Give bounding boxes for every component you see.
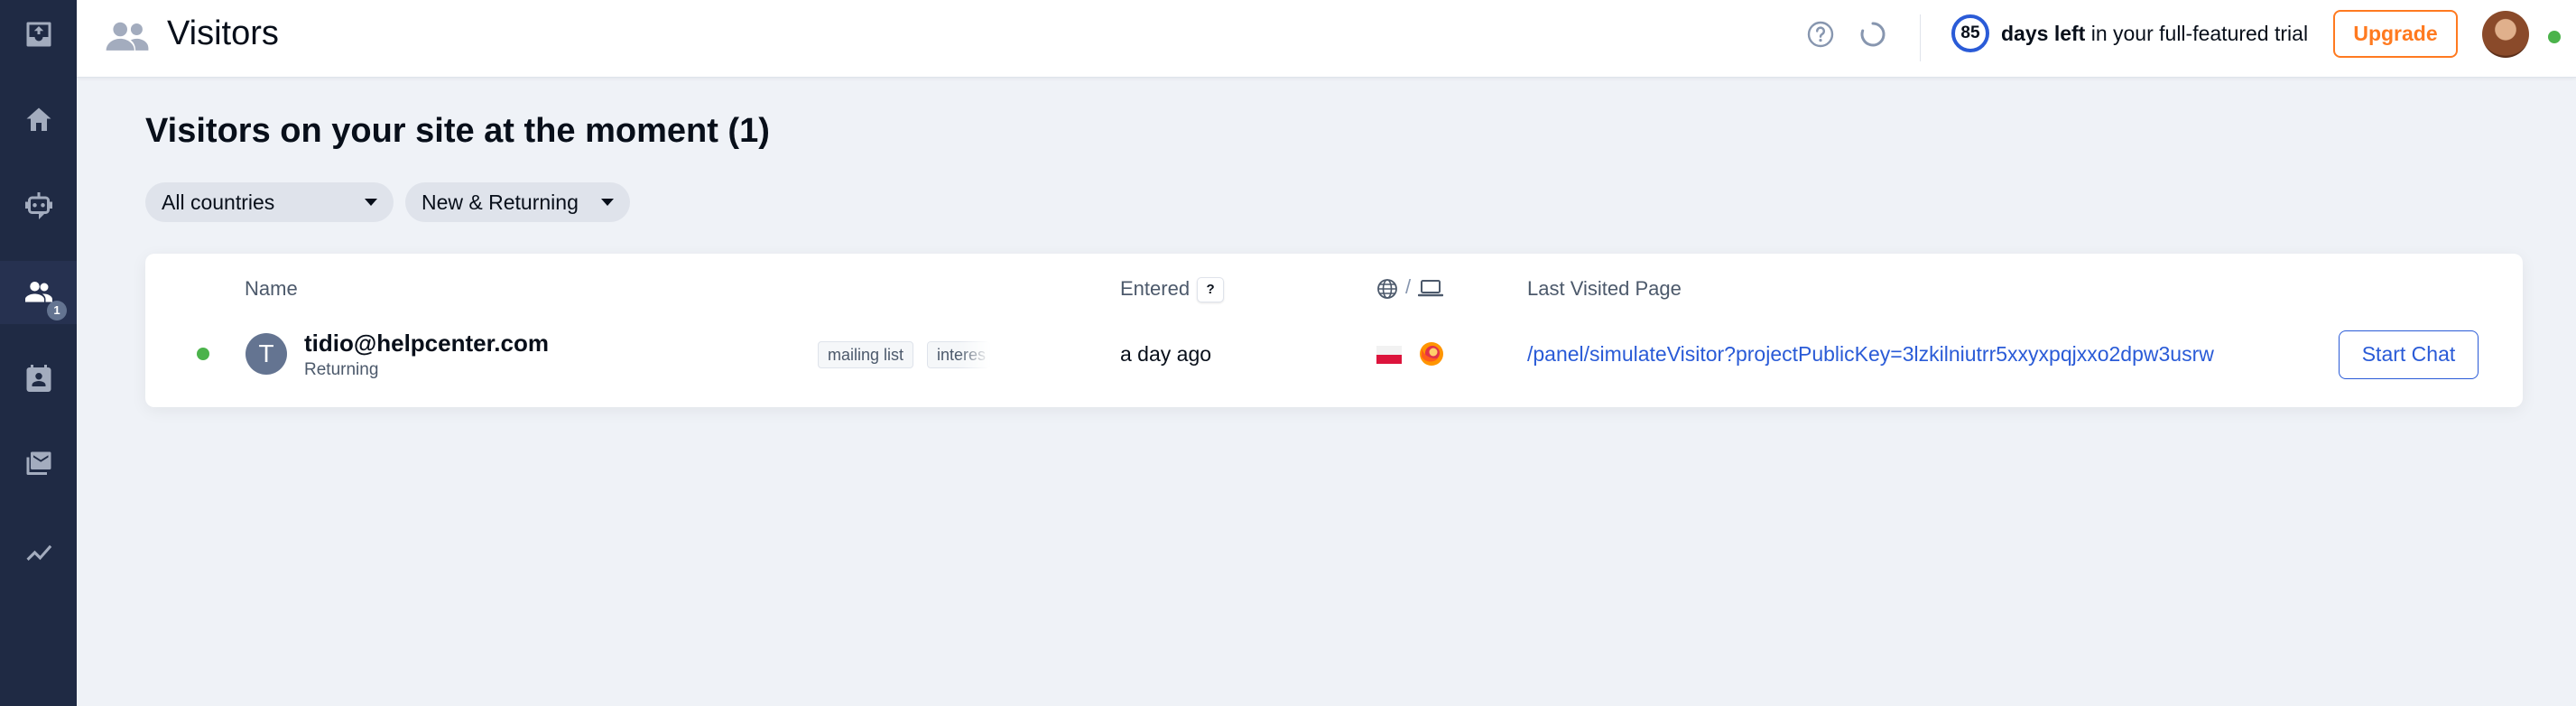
contacts-icon: [26, 365, 51, 392]
user-avatar[interactable]: [2482, 11, 2529, 58]
country-filter-value: All countries: [162, 190, 275, 214]
visitor-entered-time: a day ago: [1120, 342, 1212, 366]
visitor-tag: mailing list: [818, 341, 914, 368]
column-header-name: Name: [245, 277, 298, 300]
page-title: Visitors: [167, 14, 279, 52]
sidebar-item-visitors[interactable]: 1: [0, 261, 77, 324]
bot-icon: [24, 192, 52, 219]
visitor-type-filter-dropdown[interactable]: New & Returning: [405, 182, 630, 222]
sidebar-item-home[interactable]: [0, 88, 77, 152]
visitor-online-dot: [197, 348, 209, 360]
visitor-tag: interes: [927, 341, 990, 368]
chevron-down-icon: [601, 199, 614, 206]
mail-icon: [26, 451, 51, 475]
country-filter-dropdown[interactable]: All countries: [145, 182, 394, 222]
visitors-heading: Visitors on your site at the moment (1): [145, 112, 770, 150]
laptop-icon: [1418, 280, 1443, 297]
sidebar-item-contacts[interactable]: [0, 347, 77, 410]
start-chat-button[interactable]: Start Chat: [2339, 330, 2479, 379]
firefox-browser-icon: [1420, 342, 1443, 366]
visitor-type-filter-value: New & Returning: [422, 190, 579, 214]
trial-text: days left in your full-featured trial: [2001, 22, 2308, 46]
home-icon: [26, 107, 51, 131]
trial-days-label: days left: [2001, 22, 2086, 45]
visitor-avatar: T: [246, 333, 287, 375]
last-visited-page-link[interactable]: /panel/simulateVisitor?projectPublicKey=…: [1527, 342, 2214, 367]
sidebar-item-mail[interactable]: [0, 432, 77, 496]
visitor-email[interactable]: tidio@helpcenter.com: [304, 330, 549, 358]
inbox-icon: [26, 22, 51, 47]
online-status-dot: [2548, 31, 2561, 43]
visitors-count-badge: 1: [47, 301, 67, 320]
column-header-entered-label: Entered: [1120, 277, 1191, 300]
sidebar-item-analytics[interactable]: [0, 518, 77, 581]
poland-flag-icon: [1376, 346, 1402, 364]
entered-help-badge[interactable]: ?: [1197, 277, 1225, 303]
location-device-separator: /: [1405, 275, 1412, 298]
globe-icon: [1377, 279, 1397, 299]
column-header-entered: Entered?: [1120, 277, 1225, 303]
analytics-icon: [26, 544, 51, 561]
sidebar: 1: [0, 0, 77, 706]
upgrade-button[interactable]: Upgrade: [2333, 10, 2458, 58]
visitors-table: Name Entered? / Last Visited Page T tidi…: [145, 254, 2523, 407]
chevron-down-icon: [365, 199, 377, 206]
top-divider: [1920, 14, 1921, 61]
refresh-icon[interactable]: [1858, 20, 1887, 49]
visitor-type: Returning: [304, 360, 379, 379]
sidebar-item-inbox[interactable]: [0, 3, 77, 66]
help-icon[interactable]: [1806, 20, 1835, 49]
trial-description: in your full-featured trial: [2085, 22, 2309, 45]
visitors-title-icon: [106, 22, 149, 51]
sidebar-item-bots[interactable]: [0, 174, 77, 237]
top-bar: Visitors 85 days left in your full-featu…: [77, 0, 2576, 78]
trial-days-counter: 85: [1951, 14, 1989, 52]
column-header-last-visited: Last Visited Page: [1527, 277, 1682, 300]
